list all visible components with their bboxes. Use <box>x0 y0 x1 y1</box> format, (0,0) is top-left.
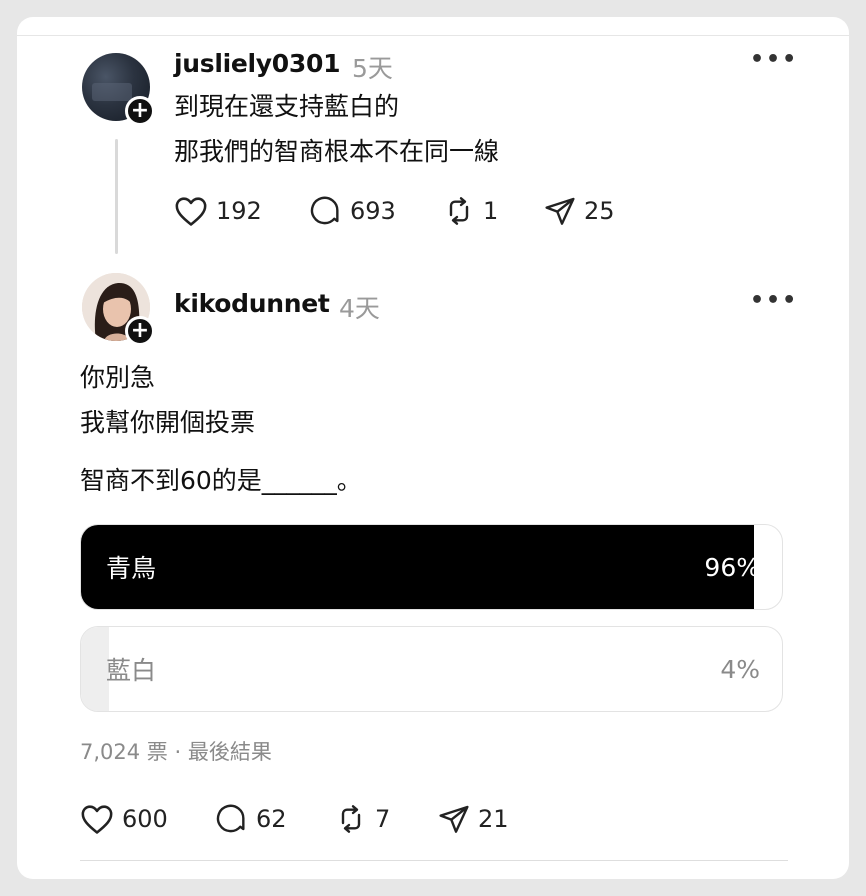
post1-line-1: 到現在還支持藍白的 <box>174 92 400 121</box>
share-button[interactable]: 25 <box>544 195 615 227</box>
repost-count: 7 <box>375 805 391 833</box>
repost-count: 1 <box>483 197 499 225</box>
post1-actions: 192 693 1 25 <box>174 195 615 227</box>
comment-icon <box>310 196 339 225</box>
comment-icon <box>216 804 245 833</box>
follow-plus-icon[interactable]: + <box>125 96 155 126</box>
poll-option-percent: 4% <box>720 654 760 684</box>
poll-option-label: 藍白 <box>106 656 157 685</box>
heart-icon <box>81 805 113 834</box>
share-button[interactable]: 21 <box>438 803 509 835</box>
like-count: 192 <box>216 197 262 225</box>
top-divider <box>17 35 849 36</box>
share-icon <box>439 805 469 833</box>
more-icon[interactable]: ••• <box>750 288 798 313</box>
repost-icon <box>341 805 361 833</box>
thread-connector <box>115 139 118 254</box>
repost-icon <box>449 197 469 225</box>
like-button[interactable]: 192 <box>174 195 310 227</box>
share-icon <box>545 197 575 225</box>
poll-option-label: 青鳥 <box>106 554 157 583</box>
heart-icon <box>175 197 207 226</box>
comment-button[interactable]: 62 <box>216 803 335 835</box>
post2-username[interactable]: kikodunnet <box>174 289 330 318</box>
post1-line-2: 那我們的智商根本不在同一線 <box>174 137 500 166</box>
poll-fill-bar <box>81 627 110 711</box>
poll-option-percent: 96% <box>704 552 760 582</box>
post2-time: 4天 <box>339 294 380 323</box>
poll-option-1[interactable]: 青鳥 96% <box>80 524 783 610</box>
post2-line-2: 我幫你開個投票 <box>80 408 256 437</box>
post2-actions: 600 62 7 21 <box>80 803 509 835</box>
comment-count: 693 <box>350 197 396 225</box>
share-count: 25 <box>584 197 615 225</box>
post1-username[interactable]: jusliely0301 <box>174 49 341 78</box>
share-count: 21 <box>478 805 509 833</box>
post2-line-3: 智商不到60的是______。 <box>80 466 362 495</box>
poll-option-2[interactable]: 藍白 4% <box>80 626 783 712</box>
follow-plus-icon[interactable]: + <box>125 316 155 346</box>
repost-button[interactable]: 7 <box>335 803 438 835</box>
poll-fill-bar <box>81 525 754 609</box>
like-button[interactable]: 600 <box>80 803 216 835</box>
repost-button[interactable]: 1 <box>443 195 544 227</box>
comment-button[interactable]: 693 <box>310 195 443 227</box>
poll-vote-summary: 7,024 票 · 最後結果 <box>80 740 272 764</box>
more-icon[interactable]: ••• <box>750 47 798 72</box>
threads-card: + jusliely0301 5天 ••• 到現在還支持藍白的 那我們的智商根本… <box>17 17 849 879</box>
bottom-divider <box>80 860 788 861</box>
post1-time: 5天 <box>352 54 393 83</box>
post2-line-1: 你別急 <box>80 363 156 392</box>
like-count: 600 <box>122 805 168 833</box>
comment-count: 62 <box>256 805 287 833</box>
